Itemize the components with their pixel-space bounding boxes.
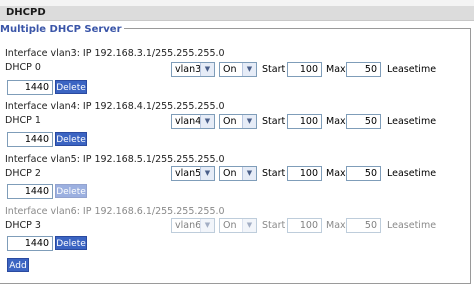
onoff-select[interactable]: On ▼	[219, 218, 257, 233]
interface-label: Interface vlan3: IP 192.168.3.1/255.255.…	[5, 48, 225, 59]
max-input[interactable]: 50	[346, 166, 381, 181]
delete-button[interactable]: Delete	[55, 80, 87, 94]
dhcp-label: DHCP 3	[5, 220, 41, 231]
start-input[interactable]: 100	[287, 62, 322, 77]
delete-button[interactable]: Delete	[55, 132, 87, 146]
leasetime-input[interactable]: 1440	[7, 80, 53, 95]
onoff-select[interactable]: On ▼	[219, 114, 257, 129]
start-label: Start	[262, 168, 286, 179]
chevron-down-icon: ▼	[242, 63, 256, 76]
max-label: Max	[326, 64, 346, 75]
chevron-down-icon: ▼	[242, 167, 256, 180]
dhcp-label: DHCP 2	[5, 168, 41, 179]
onoff-select[interactable]: On ▼	[219, 62, 257, 77]
interface-label: Interface vlan6: IP 192.168.6.1/255.255.…	[5, 206, 225, 217]
chevron-down-icon: ▼	[242, 115, 256, 128]
max-label: Max	[326, 220, 346, 231]
max-label: Max	[326, 168, 346, 179]
start-input[interactable]: 100	[287, 114, 322, 129]
delete-button[interactable]: Delete	[55, 236, 87, 250]
chevron-down-icon: ▼	[200, 167, 214, 180]
start-input[interactable]: 100	[287, 218, 322, 233]
onoff-select[interactable]: On ▼	[219, 166, 257, 181]
interface-label: Interface vlan5: IP 192.168.5.1/255.255.…	[5, 154, 225, 165]
start-label: Start	[262, 64, 286, 75]
chevron-down-icon: ▼	[200, 219, 214, 232]
dhcp-label: DHCP 1	[5, 115, 41, 126]
chevron-down-icon: ▼	[242, 219, 256, 232]
vlan-select[interactable]: vlan6 ▼	[171, 218, 215, 233]
max-input[interactable]: 50	[346, 114, 381, 129]
leasetime-label: Leasetime	[387, 116, 437, 127]
dhcp-label: DHCP 0	[5, 62, 41, 73]
vlan-select[interactable]: vlan5 ▼	[171, 166, 215, 181]
start-label: Start	[262, 116, 286, 127]
leasetime-input[interactable]: 1440	[7, 184, 53, 199]
page-title: DHCPD	[6, 7, 46, 18]
leasetime-label: Leasetime	[387, 220, 437, 231]
delete-button[interactable]: Delete	[55, 184, 87, 198]
vlan-select[interactable]: vlan4 ▼	[171, 114, 215, 129]
vlan-select[interactable]: vlan3 ▼	[171, 62, 215, 77]
chevron-down-icon: ▼	[200, 63, 214, 76]
leasetime-label: Leasetime	[387, 64, 437, 75]
start-input[interactable]: 100	[287, 166, 322, 181]
chevron-down-icon: ▼	[200, 115, 214, 128]
leasetime-input[interactable]: 1440	[7, 132, 53, 147]
max-input[interactable]: 50	[346, 62, 381, 77]
section-legend: Multiple DHCP Server	[0, 24, 124, 35]
leasetime-label: Leasetime	[387, 168, 437, 179]
leasetime-input[interactable]: 1440	[7, 236, 53, 251]
max-label: Max	[326, 116, 346, 127]
add-button[interactable]: Add	[7, 258, 29, 272]
max-input[interactable]: 50	[346, 218, 381, 233]
section-header: DHCPD	[0, 6, 474, 21]
start-label: Start	[262, 220, 286, 231]
interface-label: Interface vlan4: IP 192.168.4.1/255.255.…	[5, 101, 225, 112]
